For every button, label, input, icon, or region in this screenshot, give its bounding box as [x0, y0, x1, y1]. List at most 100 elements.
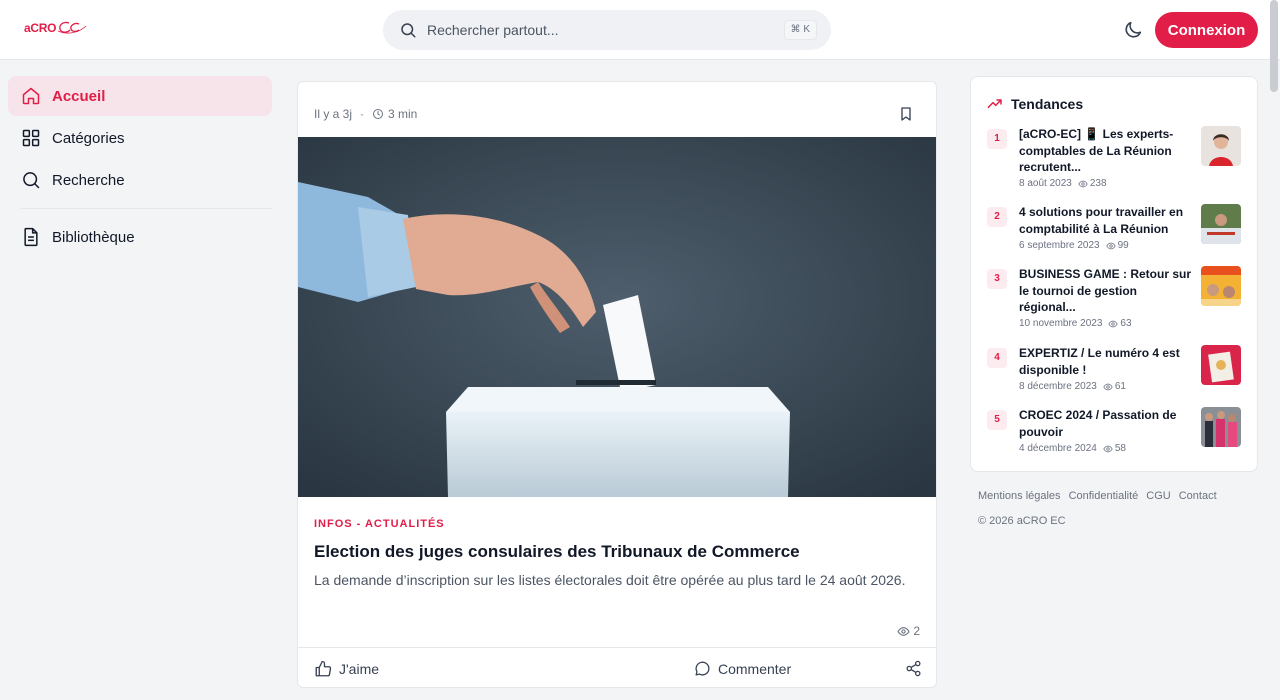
- sidebar-item-label: Catégories: [52, 129, 125, 147]
- trend-title[interactable]: CROEC 2024 / Passation de pouvoir: [1019, 407, 1193, 440]
- share-icon: [906, 660, 921, 677]
- trend-rank: 5: [987, 410, 1007, 430]
- grid-icon: [20, 127, 42, 149]
- sidebar-item-bibliotheque[interactable]: Bibliothèque: [8, 217, 272, 257]
- post-title[interactable]: Election des juges consulaires des Tribu…: [314, 542, 800, 562]
- trend-views-count: 238: [1089, 178, 1107, 189]
- trend-date: 10 novembre 2023: [1019, 318, 1103, 329]
- trend-title[interactable]: [aCRO-EC] 📱 Les experts-comptables de La…: [1019, 126, 1193, 176]
- trend-rank: 3: [987, 269, 1007, 289]
- search-shortcut-badge: ⌘ K: [783, 20, 817, 40]
- eye-icon: [1078, 180, 1088, 187]
- post-meta: Il y a 3j · 3 min: [314, 107, 417, 121]
- sidebar-item-recherche[interactable]: Recherche: [8, 160, 272, 200]
- ballot-box-image: [298, 137, 936, 497]
- sidebar-item-accueil[interactable]: Accueil: [8, 76, 272, 116]
- eye-icon: [1103, 445, 1113, 452]
- trend-thumbnail[interactable]: [1201, 204, 1241, 244]
- trend-date: 6 septembre 2023: [1019, 240, 1100, 251]
- copyright: © 2026 aCRO EC: [978, 515, 1066, 527]
- trend-views-count: 58: [1114, 443, 1126, 454]
- trends-title: Tendances: [1011, 96, 1084, 112]
- post-card[interactable]: Il y a 3j · 3 min INFOS - ACTUALITÉS Ele…: [297, 81, 937, 688]
- theme-toggle-button[interactable]: [1122, 19, 1144, 41]
- trend-views: 61: [1103, 381, 1126, 392]
- bookmark-icon: [901, 107, 911, 121]
- thumbs-up-icon: [315, 660, 332, 677]
- document-icon: [20, 226, 42, 248]
- trend-rank: 1: [987, 129, 1007, 149]
- sidebar-item-categories[interactable]: Catégories: [8, 118, 272, 158]
- trend-views: 99: [1105, 240, 1129, 251]
- trend-meta: 6 septembre 2023 99: [1019, 240, 1129, 251]
- sidebar-item-label: Accueil: [52, 87, 106, 105]
- post-read-time: 3 min: [388, 107, 418, 121]
- post-actions: J'aime Commenter: [298, 647, 936, 687]
- trends-panel: Tendances 1 [aCRO-EC] 📱 Les experts-comp…: [970, 76, 1258, 472]
- trend-rank: 4: [987, 348, 1007, 368]
- trend-thumbnail[interactable]: [1201, 266, 1241, 306]
- trend-meta: 4 décembre 2024 58: [1019, 443, 1126, 454]
- eye-icon: [1105, 242, 1116, 249]
- eye-icon: [1108, 320, 1119, 327]
- sidebar-item-label: Bibliothèque: [52, 228, 135, 246]
- trend-title[interactable]: BUSINESS GAME : Retour sur le tournoi de…: [1019, 266, 1193, 316]
- moon-icon: [1125, 21, 1142, 38]
- logo-swoosh-icon: [57, 21, 87, 34]
- post-time-ago: Il y a 3j: [314, 107, 353, 121]
- footer-link-cgu[interactable]: CGU: [1146, 490, 1170, 502]
- post-views: 2: [897, 624, 920, 638]
- footer-link-confidentialite[interactable]: Confidentialité: [1069, 490, 1139, 502]
- trend-views-count: 63: [1120, 318, 1132, 329]
- trend-thumbnail[interactable]: [1201, 345, 1241, 385]
- trending-up-icon: [987, 99, 1002, 109]
- comment-label: Commenter: [718, 660, 792, 677]
- post-excerpt: La demande d’inscription sur les listes …: [314, 572, 906, 588]
- top-header: aCRO ⌘ K Connexion: [0, 0, 1280, 60]
- trend-thumbnail[interactable]: [1201, 126, 1241, 166]
- sidebar-divider: [20, 208, 272, 209]
- trend-views: 238: [1078, 178, 1107, 189]
- footer-link-contact[interactable]: Contact: [1179, 490, 1217, 502]
- global-search[interactable]: ⌘ K: [383, 10, 831, 50]
- bookmark-button[interactable]: [898, 105, 914, 128]
- trend-title[interactable]: 4 solutions pour travailler en comptabil…: [1019, 204, 1193, 237]
- comment-button[interactable]: Commenter: [694, 660, 791, 677]
- search-icon: [20, 169, 42, 191]
- trend-date: 8 décembre 2023: [1019, 381, 1097, 392]
- post-image[interactable]: [298, 137, 936, 497]
- post-category[interactable]: INFOS - ACTUALITÉS: [314, 518, 445, 530]
- page-scrollbar[interactable]: [1270, 0, 1278, 92]
- post-views-count: 2: [913, 624, 920, 638]
- search-input[interactable]: [427, 18, 747, 42]
- trend-meta: 8 août 2023 238: [1019, 178, 1107, 189]
- trend-views: 63: [1108, 318, 1132, 329]
- acro-logo[interactable]: aCRO: [24, 21, 87, 35]
- trends-header: Tendances: [987, 96, 1083, 112]
- footer-link-mentions[interactable]: Mentions légales: [978, 490, 1061, 502]
- trend-views: 58: [1103, 443, 1126, 454]
- clock-icon: [373, 109, 384, 119]
- logo-text: aCRO: [24, 21, 57, 35]
- trend-rank: 2: [987, 207, 1007, 227]
- sidebar-item-label: Recherche: [52, 171, 125, 189]
- trend-views-count: 61: [1114, 381, 1126, 392]
- search-icon: [401, 23, 416, 38]
- like-label: J'aime: [339, 661, 380, 677]
- home-icon: [20, 85, 42, 107]
- trend-thumbnail[interactable]: [1201, 407, 1241, 447]
- trend-date: 8 août 2023: [1019, 178, 1072, 189]
- like-button[interactable]: J'aime: [314, 660, 379, 678]
- trend-meta: 10 novembre 2023 63: [1019, 318, 1132, 329]
- trend-title[interactable]: EXPERTIZ / Le numéro 4 est disponible !: [1019, 345, 1193, 378]
- comment-icon: [695, 661, 710, 676]
- footer-links: Mentions légales Confidentialité CGU Con…: [978, 490, 1217, 502]
- trend-views-count: 99: [1117, 240, 1129, 251]
- login-button[interactable]: Connexion: [1155, 12, 1258, 48]
- share-button[interactable]: [905, 660, 929, 677]
- meta-separator: ·: [360, 107, 365, 121]
- trend-date: 4 décembre 2024: [1019, 443, 1097, 454]
- trend-meta: 8 décembre 2023 61: [1019, 381, 1126, 392]
- eye-icon: [897, 626, 910, 636]
- eye-icon: [1103, 383, 1113, 390]
